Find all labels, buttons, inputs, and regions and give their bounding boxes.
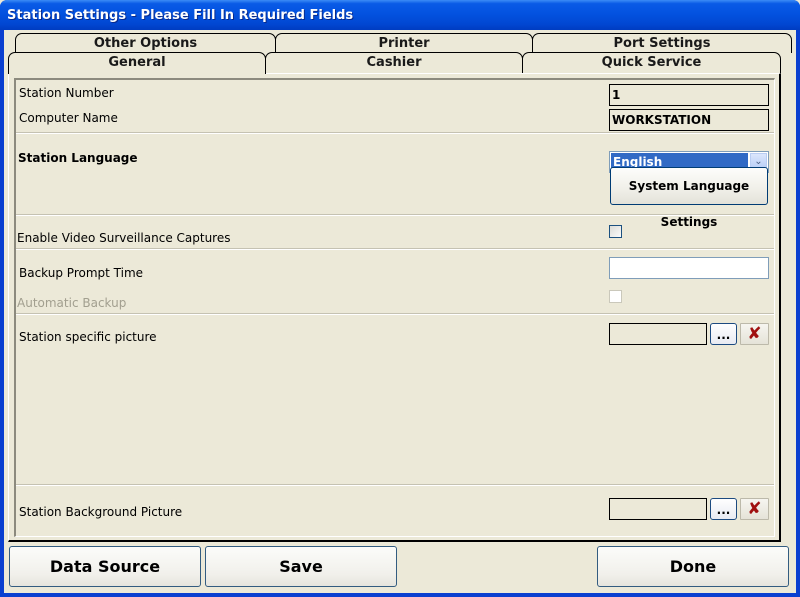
video-surveillance-checkbox[interactable] (609, 225, 622, 238)
tab-quick-service[interactable]: Quick Service (522, 52, 781, 73)
automatic-backup-checkbox[interactable] (609, 290, 622, 303)
background-picture-clear-button[interactable]: ✘ (740, 498, 769, 520)
tab-general[interactable]: General (8, 52, 266, 74)
station-number-field[interactable]: 1 (609, 84, 769, 106)
background-picture-browse-button[interactable]: ... (710, 498, 737, 520)
divider (16, 214, 774, 216)
computer-name-field[interactable]: WORKSTATION (609, 109, 769, 131)
save-button[interactable]: Save (205, 546, 397, 587)
close-icon: ✘ (747, 324, 762, 344)
divider (16, 132, 774, 134)
station-number-label: Station Number (19, 86, 114, 100)
backup-prompt-time-input[interactable] (609, 257, 769, 279)
station-picture-path-field[interactable] (609, 323, 707, 345)
backup-prompt-time-label: Backup Prompt Time (19, 266, 144, 280)
station-picture-clear-button[interactable]: ✘ (740, 323, 769, 345)
computer-name-label: Computer Name (19, 111, 118, 125)
browse-ellipsis: ... (716, 503, 731, 517)
background-picture-label: Station Background Picture (19, 505, 183, 519)
station-settings-window: Station Settings - Please Fill In Requir… (0, 0, 800, 597)
data-source-button[interactable]: Data Source (9, 546, 201, 587)
video-surveillance-label: Enable Video Surveillance Captures (17, 231, 231, 245)
browse-ellipsis: ... (716, 328, 731, 342)
tab-printer[interactable]: Printer (275, 33, 533, 53)
general-tab-panel: Station Number 1 Computer Name WORKSTATI… (8, 73, 781, 542)
window-client-area: Other Options Printer Port Settings Gene… (4, 30, 796, 593)
background-picture-path-field[interactable] (609, 498, 707, 520)
tab-port-settings[interactable]: Port Settings (532, 33, 792, 53)
title-bar[interactable]: Station Settings - Please Fill In Requir… (0, 0, 800, 30)
tab-cashier[interactable]: Cashier (265, 52, 523, 73)
general-settings-group: Station Number 1 Computer Name WORKSTATI… (14, 78, 775, 537)
divider (16, 484, 774, 486)
divider (16, 313, 774, 315)
station-language-label: Station Language (18, 151, 138, 165)
automatic-backup-label: Automatic Backup (17, 296, 127, 310)
window-title: Station Settings - Please Fill In Requir… (7, 8, 354, 23)
close-icon: ✘ (747, 499, 762, 519)
tab-other-options[interactable]: Other Options (15, 33, 276, 53)
station-picture-browse-button[interactable]: ... (710, 323, 737, 345)
divider (16, 248, 774, 250)
station-picture-label: Station specific picture (19, 330, 157, 344)
system-language-settings-button[interactable]: System Language Settings (610, 167, 768, 229)
done-button[interactable]: Done (597, 546, 789, 587)
